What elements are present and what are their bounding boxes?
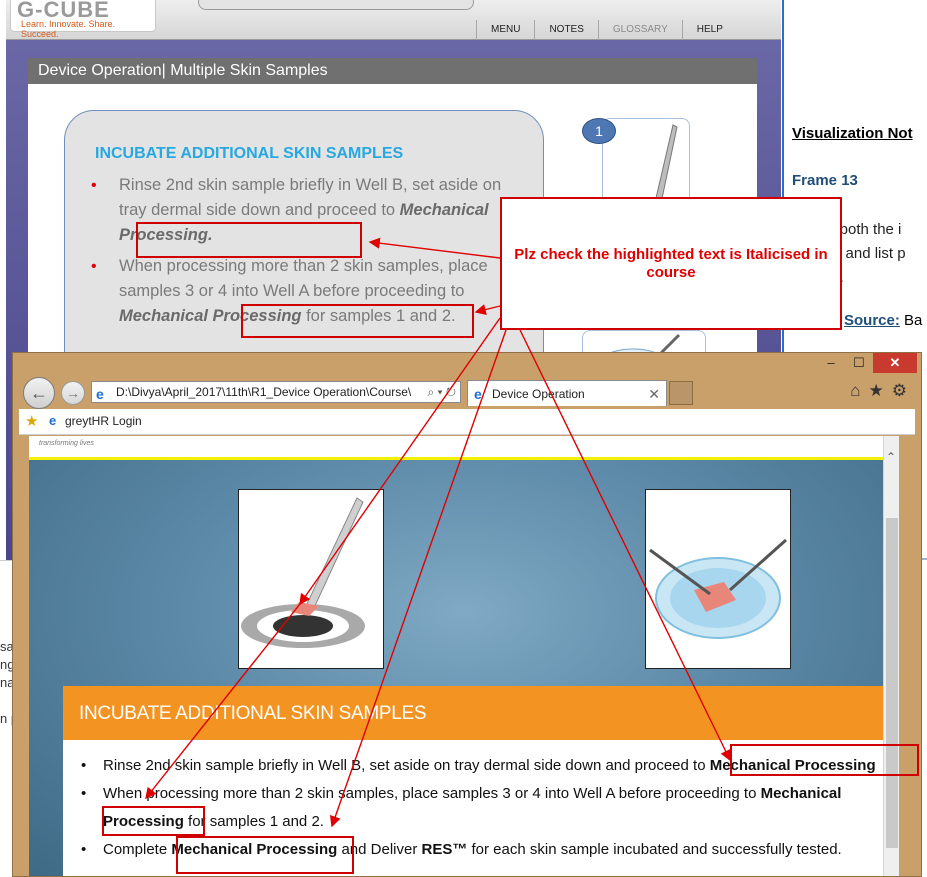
page-header-strip: transforming lives — [29, 436, 899, 460]
home-icon[interactable]: ⌂ — [850, 381, 860, 401]
logo-tagline: Learn. Innovate. Share. Succeed. — [21, 19, 116, 39]
petri-dish-illustration — [649, 538, 787, 639]
highlight-box — [730, 744, 919, 776]
storyboard-header: G-CUBE Learn. Innovate. Share. Succeed. … — [6, 0, 781, 40]
frame-label: Frame 13 — [792, 172, 858, 189]
nav-glossary[interactable]: GLOSSARY — [597, 20, 682, 40]
review-callout: Plz check the highlighted text is Italic… — [500, 197, 842, 330]
forceps-well-illustration — [241, 497, 365, 648]
ie-icon: e — [49, 413, 57, 428]
box-title: INCUBATE ADDITIONAL SKIN SAMPLES — [95, 145, 404, 162]
callout-text: Plz check the highlighted text is Italic… — [514, 245, 828, 281]
ie-icon: e — [96, 386, 104, 402]
tab-title: Device Operation — [492, 387, 585, 401]
left-doc-fragment: sa ng na n p — [0, 560, 12, 877]
address-text: D:\Divya\April_2017\11th\R1_Device Opera… — [116, 385, 412, 399]
storyboard-nav: MENU NOTES GLOSSARY HELP — [476, 20, 737, 40]
back-button[interactable]: ← — [23, 377, 55, 409]
window-controls: – ☐ ✕ — [817, 353, 917, 375]
highlight-box — [136, 222, 362, 258]
maximize-button[interactable]: ☐ — [845, 353, 873, 373]
highlight-box — [241, 304, 474, 338]
address-bar[interactable]: e D:\Divya\April_2017\11th\R1_Device Ope… — [91, 381, 461, 403]
dish-image — [645, 489, 791, 669]
header-pill — [198, 0, 474, 10]
new-tab-button[interactable] — [669, 381, 693, 405]
visualization-heading: Visualization Not — [792, 125, 913, 142]
source-line: Source: Ba — [844, 312, 923, 329]
panel-title: Device Operation| Multiple Skin Samples — [28, 58, 757, 84]
arrow-right-icon: → — [66, 385, 80, 401]
close-button[interactable]: ✕ — [873, 353, 917, 373]
arrow-left-icon: ← — [30, 383, 48, 403]
nav-menu[interactable]: MENU — [476, 20, 534, 40]
page-tagline: transforming lives — [39, 440, 94, 447]
ie-icon: e — [474, 386, 482, 402]
close-tab-icon[interactable]: ✕ — [648, 381, 660, 407]
nav-help[interactable]: HELP — [681, 20, 737, 40]
star-icon[interactable]: ★ — [869, 381, 884, 401]
highlight-box — [102, 806, 205, 836]
gcube-logo: G-CUBE Learn. Innovate. Share. Succeed. — [10, 0, 156, 39]
address-tools[interactable]: ⌕ ▾ ↻ — [423, 382, 456, 402]
forceps-well-image — [238, 489, 384, 669]
chevron-up-icon[interactable]: ⌃ — [886, 450, 896, 464]
vertical-scrollbar[interactable]: ⌃ — [883, 436, 899, 876]
gear-icon[interactable]: ⚙ — [892, 381, 907, 401]
step-badge: 1 — [582, 118, 616, 144]
toolbar-icons: ⌂ ★ ⚙ — [850, 381, 907, 401]
forward-button[interactable]: → — [61, 381, 85, 405]
favorites-star-icon[interactable]: ★ — [25, 412, 38, 430]
favorite-link[interactable]: greytHR Login — [65, 414, 142, 428]
favorites-bar: ★ e greytHR Login — [19, 409, 915, 435]
scrollbar-thumb[interactable] — [886, 518, 898, 848]
browser-window: – ☐ ✕ ← → e D:\Divya\April_2017\11th\R1_… — [12, 352, 922, 877]
tab-device-operation[interactable]: e Device Operation ✕ — [467, 380, 667, 406]
nav-notes[interactable]: NOTES — [534, 20, 597, 40]
section-header: INCUBATE ADDITIONAL SKIN SAMPLES — [63, 686, 899, 740]
section-title: INCUBATE ADDITIONAL SKIN SAMPLES — [79, 703, 427, 724]
minimize-button[interactable]: – — [817, 353, 845, 373]
highlight-box — [176, 836, 354, 874]
